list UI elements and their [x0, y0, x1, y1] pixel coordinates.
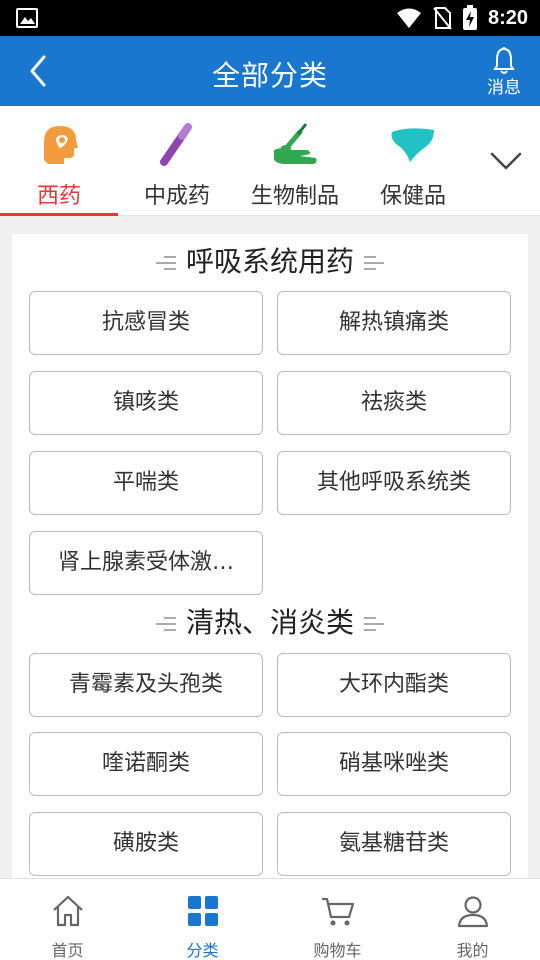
hand-syringe-icon: [274, 123, 317, 164]
section-header: 清热、消炎类: [12, 595, 528, 651]
nav-profile[interactable]: 我的: [405, 879, 540, 960]
section-title: 清热、消炎类: [185, 606, 354, 639]
user-icon: [457, 896, 489, 928]
subcategory-button[interactable]: 大环内酯类: [277, 653, 511, 717]
category-tabs: 西药 中成药 生物制品 保健品: [0, 106, 540, 216]
status-time: 8:20: [487, 6, 528, 29]
subcategory-button[interactable]: 喹诺酮类: [29, 732, 263, 796]
subcategory-button[interactable]: 抗感冒类: [29, 291, 263, 355]
subcategory-button[interactable]: 平喘类: [29, 451, 263, 515]
nav-cart[interactable]: 购物车: [270, 879, 405, 960]
tab-health-products[interactable]: 保健品: [354, 106, 472, 216]
status-bar: 8:20: [0, 0, 540, 36]
category-content: 呼吸系统用药 抗感冒类 解热镇痛类 镇咳类 祛痰类 平喘类 其他呼吸系统类 肾上…: [12, 234, 528, 879]
message-button[interactable]: 消息: [482, 44, 526, 100]
subcategory-button[interactable]: 祛痰类: [277, 371, 511, 435]
tab-label: 中成药: [143, 184, 210, 209]
bell-icon: [493, 47, 515, 74]
nav-label: 分类: [186, 941, 219, 960]
tab-biological-products[interactable]: 生物制品: [236, 106, 354, 216]
section-decoration: [155, 256, 176, 270]
app-bar: 全部分类 消息: [0, 36, 540, 106]
capsule-icon: [160, 123, 192, 166]
tab-label: 生物制品: [250, 184, 339, 209]
grid-icon: [188, 896, 218, 926]
head-profile-icon: [44, 126, 78, 164]
subcategory-button[interactable]: 青霉素及头孢类: [29, 653, 263, 717]
subcategory-button[interactable]: 镇咳类: [29, 371, 263, 435]
cart-icon: [322, 897, 355, 926]
chevron-down-icon[interactable]: [488, 146, 524, 176]
gallery-notification-icon: [16, 8, 38, 28]
subcategory-button[interactable]: 其他呼吸系统类: [277, 451, 511, 515]
battery-charging-icon: [462, 5, 477, 30]
section-title: 呼吸系统用药: [185, 245, 354, 278]
nav-label: 首页: [51, 941, 84, 960]
no-sim-icon: [433, 7, 452, 30]
liver-icon: [391, 128, 434, 162]
bottom-navigation: 首页 分类 购物车 我的: [0, 878, 540, 960]
nav-category[interactable]: 分类: [135, 879, 270, 960]
tab-western-medicine[interactable]: 西药: [0, 106, 118, 216]
nav-label: 购物车: [313, 941, 362, 960]
message-label: 消息: [487, 78, 521, 98]
tab-chinese-patent-medicine[interactable]: 中成药: [118, 106, 236, 216]
section-decoration: [155, 617, 176, 631]
wifi-icon: [396, 8, 421, 28]
section-decoration: [364, 256, 384, 270]
nav-home[interactable]: 首页: [0, 879, 135, 960]
tab-label: 西药: [36, 184, 81, 209]
subcategory-button[interactable]: 肾上腺素受体激…: [29, 531, 263, 595]
active-tab-indicator: [0, 213, 118, 216]
tab-label: 保健品: [379, 184, 446, 209]
subcategory-button[interactable]: 硝基咪唑类: [277, 732, 511, 796]
section-decoration: [364, 617, 384, 631]
subcategory-button[interactable]: 解热镇痛类: [277, 291, 511, 355]
nav-label: 我的: [456, 941, 489, 960]
subcategory-button[interactable]: 氨基糖苷类: [277, 812, 511, 876]
section-header: 呼吸系统用药: [12, 234, 528, 290]
subcategory-button[interactable]: 磺胺类: [29, 812, 263, 876]
home-icon: [53, 895, 83, 927]
page-title: 全部分类: [211, 59, 328, 92]
